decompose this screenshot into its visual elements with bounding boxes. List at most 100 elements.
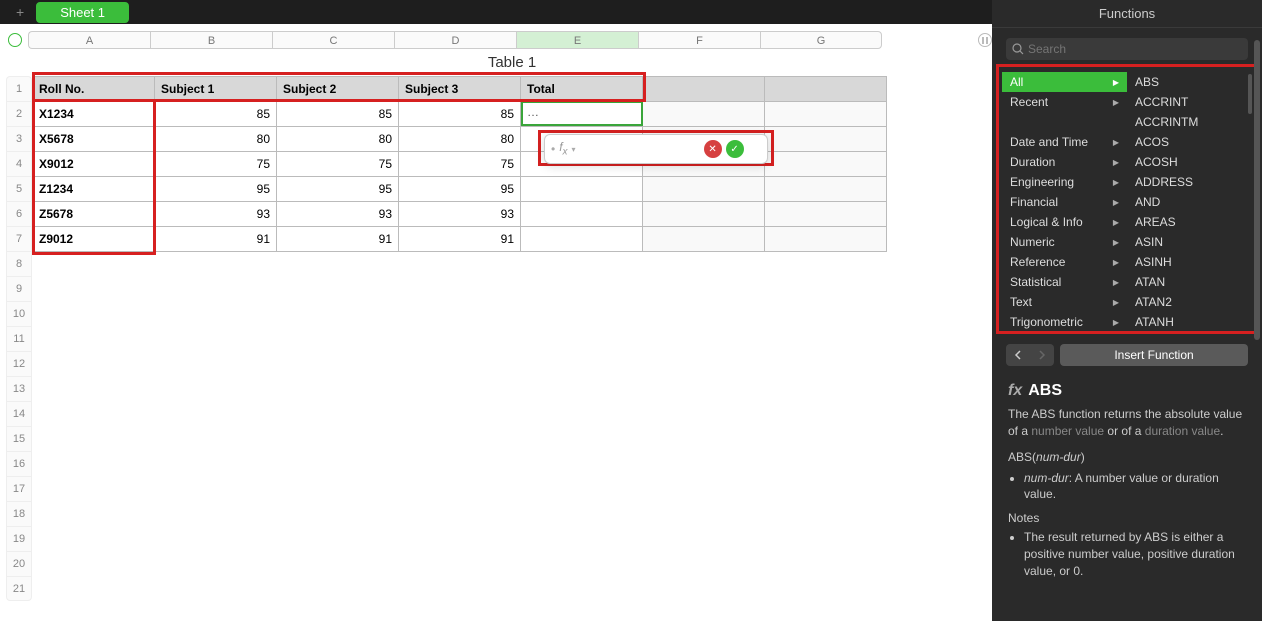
cancel-formula-button[interactable]: ✕ [704,140,722,158]
col-header-e[interactable]: E [516,31,638,49]
cell[interactable] [765,127,887,152]
category-numeric[interactable]: Numeric▶ [1002,232,1127,252]
col-header-d[interactable]: D [394,31,516,49]
header-blank[interactable] [765,77,887,102]
row-num[interactable]: 17 [6,476,32,501]
header-s2[interactable]: Subject 2 [277,77,399,102]
sheet-tab[interactable]: Sheet 1 [36,2,129,23]
row-num[interactable]: 16 [6,451,32,476]
cell[interactable]: 75 [277,152,399,177]
row-num[interactable]: 18 [6,501,32,526]
cell[interactable] [521,177,643,202]
cell[interactable]: 75 [399,152,521,177]
scrollbar[interactable] [1254,40,1260,340]
row-num[interactable]: 20 [6,551,32,576]
nav-forward-button[interactable] [1030,344,1054,366]
category-financial[interactable]: Financial▶ [1002,192,1127,212]
cell[interactable]: 85 [399,102,521,127]
col-header-b[interactable]: B [150,31,272,49]
cell[interactable] [765,152,887,177]
drag-handle-icon[interactable]: • [551,142,555,156]
function-item[interactable]: ACCRINTM [1127,112,1252,132]
table-menu-button[interactable] [8,33,22,47]
category-statistical[interactable]: Statistical▶ [1002,272,1127,292]
function-item[interactable]: ATAN [1127,272,1252,292]
row-num[interactable]: 14 [6,401,32,426]
active-cell[interactable]: … [521,101,643,126]
row-num[interactable]: 15 [6,426,32,451]
category-logical[interactable]: Logical & Info▶ [1002,212,1127,232]
link-duration-value[interactable]: duration value [1145,424,1220,438]
cell[interactable]: 93 [155,202,277,227]
cell-roll[interactable]: X9012 [33,152,155,177]
row-num[interactable]: 21 [6,576,32,601]
cell[interactable]: 75 [155,152,277,177]
category-engineering[interactable]: Engineering▶ [1002,172,1127,192]
accept-formula-button[interactable]: ✓ [726,140,744,158]
cell[interactable] [643,227,765,252]
category-trig[interactable]: Trigonometric▶ [1002,312,1127,332]
function-item[interactable]: ACCRINT [1127,92,1252,112]
link-number-value[interactable]: number value [1031,424,1104,438]
cell[interactable] [765,202,887,227]
function-item[interactable]: AREAS [1127,212,1252,232]
cell[interactable] [765,102,887,127]
cell[interactable]: 85 [155,102,277,127]
row-num[interactable]: 7 [6,226,32,251]
row-num[interactable]: 3 [6,126,32,151]
category-duration[interactable]: Duration▶ [1002,152,1127,172]
cell[interactable] [643,177,765,202]
row-num[interactable]: 10 [6,301,32,326]
function-item[interactable]: ASINH [1127,252,1252,272]
row-num[interactable]: 9 [6,276,32,301]
cell[interactable] [765,177,887,202]
cell[interactable]: 91 [155,227,277,252]
formula-input[interactable] [580,139,700,159]
function-item[interactable]: ACOSH [1127,152,1252,172]
cell[interactable]: 93 [277,202,399,227]
function-item[interactable]: ASIN [1127,232,1252,252]
insert-function-button[interactable]: Insert Function [1060,344,1248,366]
col-header-c[interactable]: C [272,31,394,49]
row-num[interactable]: 8 [6,251,32,276]
cell-roll[interactable]: X5678 [33,127,155,152]
row-num[interactable]: 12 [6,351,32,376]
category-reference[interactable]: Reference▶ [1002,252,1127,272]
row-num[interactable]: 6 [6,201,32,226]
cell[interactable]: 95 [399,177,521,202]
cell[interactable]: 91 [277,227,399,252]
pause-button[interactable] [978,33,992,47]
function-item[interactable]: ATAN2 [1127,292,1252,312]
header-total[interactable]: Total [521,77,643,102]
col-header-a[interactable]: A [28,31,150,49]
chevron-down-icon[interactable]: ▾ [572,145,576,154]
function-item[interactable]: ADDRESS [1127,172,1252,192]
col-header-f[interactable]: F [638,31,760,49]
nav-back-button[interactable] [1006,344,1030,366]
cell-roll[interactable]: Z1234 [33,177,155,202]
function-item[interactable]: ACOS [1127,132,1252,152]
header-blank[interactable] [643,77,765,102]
scrollbar[interactable] [1248,74,1252,114]
cell[interactable]: 95 [155,177,277,202]
function-item[interactable]: ATANH [1127,312,1252,332]
category-recent[interactable]: Recent▶ [1002,92,1127,112]
category-datetime[interactable]: Date and Time▶ [1002,132,1127,152]
row-num[interactable]: 5 [6,176,32,201]
row-num[interactable]: 19 [6,526,32,551]
col-header-g[interactable]: G [760,31,882,49]
function-item[interactable]: ABS [1127,72,1252,92]
cell[interactable]: 80 [155,127,277,152]
cell[interactable]: 91 [399,227,521,252]
row-num[interactable]: 13 [6,376,32,401]
cell[interactable]: 80 [399,127,521,152]
header-s1[interactable]: Subject 1 [155,77,277,102]
add-sheet-button[interactable]: + [8,4,32,20]
cell[interactable] [643,202,765,227]
category-text[interactable]: Text▶ [1002,292,1127,312]
search-input[interactable] [1006,38,1248,60]
cell[interactable]: 95 [277,177,399,202]
cell[interactable] [643,102,765,127]
header-roll[interactable]: Roll No. [33,77,155,102]
cell[interactable] [521,227,643,252]
